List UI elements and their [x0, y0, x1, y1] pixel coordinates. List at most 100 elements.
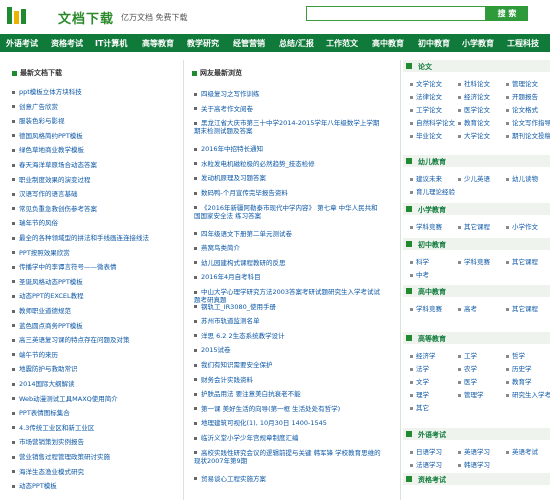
list-item[interactable]: 地震防护与救助常识	[12, 365, 180, 373]
list-item[interactable]: 海洋生态渔业模式研究	[12, 468, 180, 476]
list-item-title[interactable]: 关于高考作文阅卷	[201, 105, 253, 113]
sidebar-link-label[interactable]: 法律论文	[416, 93, 442, 101]
list-item-title[interactable]: PPT按照效果欣赏	[19, 249, 70, 257]
sidebar-link-label[interactable]: 自然科学论文	[416, 119, 455, 127]
sidebar-link-label[interactable]: 教育论文	[464, 119, 490, 127]
list-item-title[interactable]: 四年级语文下册第二单元测试卷	[201, 230, 292, 238]
sidebar-link[interactable]: 法学	[410, 363, 429, 373]
list-item-title[interactable]: 黑龙江省大庆市第三十中学2014-2015学年八年级数学上学期期末检测试题及答案	[194, 119, 379, 135]
list-item[interactable]: 燕窝鸟类简介	[194, 244, 384, 252]
sidebar-section-title[interactable]: 资格考试	[418, 475, 446, 485]
list-item[interactable]: 临沂义堂小学少年宫规章制度汇编	[194, 434, 384, 442]
sidebar-link[interactable]: 科学	[410, 256, 429, 266]
sidebar-link[interactable]: 法语学习	[410, 459, 442, 469]
list-item-title[interactable]: 《2016年新疆阿勒泰市现代中学内容》 第七章 中华人民共和国国家安全法 练习答…	[194, 204, 378, 220]
list-item[interactable]: 中山大学心理学研究方法2003答案考研试题研究生入学考试试题考研真题	[194, 288, 384, 304]
sidebar-link[interactable]: 小学作文	[506, 221, 538, 231]
sidebar-link[interactable]: 管理学	[458, 389, 484, 399]
list-item-title[interactable]: ppt模板立体方块科技	[19, 88, 82, 96]
sidebar-link[interactable]: 学科竞赛	[410, 221, 442, 231]
list-item-title[interactable]: 我们有知识需要安全保护	[201, 361, 273, 369]
list-item-title[interactable]: 钢轨工_IR3080_使用手册	[201, 303, 276, 311]
sidebar-link[interactable]: 历史学	[506, 363, 532, 373]
sidebar-link-label[interactable]: 其它	[416, 404, 429, 412]
list-item-title[interactable]: 营业销售过程管理政策研讨实施	[19, 453, 110, 461]
sidebar-link-label[interactable]: 科学	[416, 258, 429, 266]
sidebar-link-label[interactable]: 小学作文	[512, 223, 538, 231]
list-item[interactable]: 地理建筑可视化(1), 10月30日 1400-1545	[194, 419, 384, 427]
list-item[interactable]: 贸易谈心工程实施方案	[194, 475, 384, 483]
list-item[interactable]: 常见负重急救创伤参考答案	[12, 205, 180, 213]
sidebar-section-header[interactable]: 高等教育	[403, 332, 550, 344]
sidebar-link[interactable]: 文学论文	[410, 78, 442, 88]
sidebar-link[interactable]: 工学论文	[410, 104, 442, 114]
nav-item-1[interactable]: 资格考试	[51, 38, 83, 49]
sidebar-section-header[interactable]: 初中教育	[403, 238, 550, 250]
sidebar-link-label[interactable]: 历史学	[512, 365, 532, 373]
sidebar-section-title[interactable]: 高中教育	[418, 287, 446, 297]
sidebar-link[interactable]: 大学论文	[458, 130, 490, 140]
sidebar-link[interactable]: 其它课程	[506, 303, 538, 313]
sidebar-link[interactable]: 建议未来	[410, 173, 442, 183]
nav-item-11[interactable]: 工程科技	[507, 38, 539, 49]
sidebar-section-title[interactable]: 幼儿教育	[418, 157, 446, 167]
list-item[interactable]: 洋思 6.2 2生态系统教学设计	[194, 332, 384, 340]
sidebar-link[interactable]: 学科竞赛	[410, 303, 442, 313]
sidebar-link-label[interactable]: 少儿英语	[464, 175, 490, 183]
list-item[interactable]: 幼儿园建构式课程教研的反思	[194, 259, 384, 267]
sidebar-link[interactable]: 英语考试	[506, 446, 538, 456]
list-item-title[interactable]: 发动机原理及习题答案	[201, 174, 266, 182]
list-item[interactable]: 动态PPT的EXCEL教程	[12, 292, 180, 300]
list-item[interactable]: 四级复习之写作训练	[194, 90, 384, 98]
sidebar-link-label[interactable]: 法语学习	[416, 461, 442, 469]
list-item[interactable]: 数码鸭-个月宣传完毕报告资料	[194, 189, 384, 197]
sidebar-link-label[interactable]: 农学	[464, 365, 477, 373]
sidebar-link-label[interactable]: 育儿理论经验	[416, 188, 455, 196]
list-item-title[interactable]: 服装色彩与影视	[19, 117, 65, 125]
list-item-title[interactable]: 职业制度效果的演变过程	[19, 176, 91, 184]
list-item-title[interactable]: 贸易谈心工程实施方案	[201, 475, 266, 483]
nav-item-9[interactable]: 初中教育	[418, 38, 450, 49]
sidebar-link-label[interactable]: 日语学习	[416, 448, 442, 456]
list-item-title[interactable]: 4.3传统工业区和新工业区	[19, 424, 94, 432]
sidebar-link-label[interactable]: 管理论文	[512, 80, 538, 88]
list-item-title[interactable]: 第一课 美好生活的向导(第一框 生活处处有哲学)	[201, 405, 340, 413]
list-item[interactable]: 德国风格简约PPT模板	[12, 132, 180, 140]
sidebar-link[interactable]: 经济论文	[458, 91, 490, 101]
list-item[interactable]: 端午节的来历	[12, 351, 180, 359]
nav-item-2[interactable]: IT计算机	[95, 38, 127, 49]
list-item-title[interactable]: 燕窝鸟类简介	[201, 244, 240, 252]
nav-item-0[interactable]: 外语考试	[6, 38, 38, 49]
sidebar-link[interactable]: 开题报告	[506, 91, 538, 101]
sidebar-section-title[interactable]: 外语考试	[418, 430, 446, 440]
sidebar-link-label[interactable]: 中考	[416, 271, 429, 279]
list-item[interactable]: 黑龙江省大庆市第三十中学2014-2015学年八年级数学上学期期末检测试题及答案	[194, 119, 384, 135]
list-item[interactable]: 四年级语文下册第二单元测试卷	[194, 230, 384, 238]
list-item[interactable]: Web动漫测试工具MAXQ使用简介	[12, 395, 180, 403]
list-item[interactable]: 圣诞风格动态PPT模板	[12, 278, 180, 286]
list-item[interactable]: 瑞年节的风俗	[12, 219, 180, 227]
list-item-title[interactable]: 最全的各种领域型的拼法和手线画连连接线法	[19, 234, 149, 242]
nav-item-4[interactable]: 教学研究	[187, 38, 219, 49]
list-item[interactable]: ppt模板立体方块科技	[12, 88, 180, 96]
list-item-title[interactable]: 洋思 6.2 2生态系统教学设计	[201, 332, 285, 340]
list-item[interactable]: 教师职业道德规范	[12, 307, 180, 315]
sidebar-link-label[interactable]: 大学论文	[464, 132, 490, 140]
sidebar-link[interactable]: 工学	[458, 350, 477, 360]
list-item-title[interactable]: 瑞年节的风俗	[19, 219, 58, 227]
list-item[interactable]: 市场营销策划实例报告	[12, 438, 180, 446]
sidebar-link-label[interactable]: 研究生入学考试	[512, 391, 550, 399]
sidebar-section-title[interactable]: 小学教育	[418, 205, 446, 215]
sidebar-link-label[interactable]: 管理学	[464, 391, 484, 399]
list-item-title[interactable]: 教师职业道德规范	[19, 307, 71, 315]
sidebar-link-label[interactable]: 文学	[416, 378, 429, 386]
sidebar-link-label[interactable]: 哲学	[512, 352, 525, 360]
list-item[interactable]: 绿色草地商业教学模板	[12, 146, 180, 154]
nav-item-5[interactable]: 经管营销	[233, 38, 265, 49]
list-item[interactable]: 《2016年新疆阿勒泰市现代中学内容》 第七章 中华人民共和国国家安全法 练习答…	[194, 204, 384, 220]
sidebar-section-title[interactable]: 高等教育	[418, 334, 446, 344]
sidebar-link-label[interactable]: 其它课程	[512, 258, 538, 266]
sidebar-link[interactable]: 毕业论文	[410, 130, 442, 140]
sidebar-link[interactable]: 育儿理论经验	[410, 186, 455, 196]
sidebar-link[interactable]: 理学	[410, 389, 429, 399]
